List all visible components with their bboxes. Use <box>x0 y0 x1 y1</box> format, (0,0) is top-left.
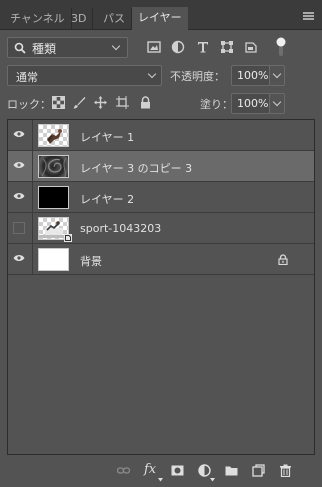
lock-artboard-icon[interactable] <box>116 96 129 109</box>
chevron-down-icon <box>272 69 282 79</box>
panel-menu-icon[interactable] <box>303 12 314 20</box>
fx-icon[interactable]: fx <box>144 462 156 477</box>
lock-transparent-icon[interactable] <box>52 96 65 109</box>
eye-icon[interactable] <box>13 130 25 138</box>
smart-object-badge-icon <box>64 234 72 242</box>
new-layer-icon[interactable] <box>252 464 265 477</box>
layer-name[interactable]: レイヤー 2 <box>80 191 134 207</box>
lock-all-icon[interactable] <box>139 96 152 109</box>
opacity-label: 不透明度： <box>170 70 225 83</box>
smart-object-filter-icon[interactable] <box>244 40 258 54</box>
adjustment-filter-icon[interactable] <box>171 40 185 54</box>
layer-thumbnail <box>38 186 69 209</box>
layer-thumbnail <box>38 124 69 147</box>
fill-dropdown-button[interactable] <box>269 93 285 114</box>
chevron-down-icon <box>111 41 121 51</box>
layer-list: レイヤー 1 レイヤー 3 のコピー 3 レイヤー 2 sport-104320… <box>7 119 315 455</box>
fill-input[interactable]: 100% <box>231 93 270 114</box>
delete-icon[interactable] <box>279 464 292 477</box>
blend-mode-select[interactable]: 通常 <box>7 65 162 86</box>
tab-paths[interactable]: パス <box>97 8 132 30</box>
layer-row-layer-2[interactable]: レイヤー 2 <box>8 182 314 213</box>
lock-label: ロック： <box>7 98 51 111</box>
eye-icon[interactable] <box>13 161 25 169</box>
chevron-down-icon <box>272 97 282 107</box>
layer-thumbnail <box>38 248 69 271</box>
layer-row-sport-1043203[interactable]: sport-1043203 <box>8 213 314 244</box>
fx-menu-caret-icon <box>158 478 163 482</box>
panel-tab-bar: チャンネル 3D パス レイヤー <box>0 0 322 30</box>
fill-label: 塗り： <box>200 98 233 111</box>
layer-row-layer-3-copy-3[interactable]: レイヤー 3 のコピー 3 <box>8 151 314 182</box>
opacity-input[interactable]: 100% <box>231 65 270 86</box>
layer-name[interactable]: レイヤー 1 <box>80 129 134 145</box>
pixel-filter-icon[interactable] <box>147 40 161 54</box>
opacity-dropdown-button[interactable] <box>269 65 285 86</box>
shape-filter-icon[interactable] <box>220 40 234 54</box>
eye-icon[interactable] <box>13 192 25 200</box>
visibility-toggle-empty[interactable] <box>13 222 25 234</box>
layers-panel: チャンネル 3D パス レイヤー 種類 通常 不透明度： 100% ロック： 塗… <box>0 0 322 487</box>
layer-row-layer-1[interactable]: レイヤー 1 <box>8 120 314 151</box>
adjustment-menu-caret-icon <box>210 478 215 482</box>
link-layers-icon[interactable] <box>117 464 130 477</box>
layers-bottom-toolbar: fx <box>0 456 322 487</box>
layer-row-background[interactable]: 背景 <box>8 244 314 275</box>
blend-mode-label: 通常 <box>16 71 38 84</box>
layer-name[interactable]: 背景 <box>80 253 102 269</box>
search-icon <box>14 42 26 54</box>
tab-layers[interactable]: レイヤー <box>132 7 188 30</box>
tab-channels[interactable]: チャンネル <box>4 8 72 30</box>
lock-position-icon[interactable] <box>94 96 107 109</box>
eye-icon[interactable] <box>13 254 25 262</box>
filter-kind-label: 種類 <box>32 42 57 56</box>
adjustment-layer-icon[interactable] <box>198 464 211 477</box>
layer-name[interactable]: レイヤー 3 のコピー 3 <box>80 160 192 176</box>
layer-name[interactable]: sport-1043203 <box>80 222 161 235</box>
add-mask-icon[interactable] <box>171 464 184 477</box>
filter-toggle-icon[interactable] <box>275 37 287 57</box>
lock-image-icon[interactable] <box>73 96 86 109</box>
filter-kind-select[interactable]: 種類 <box>7 37 128 58</box>
chevron-down-icon <box>147 69 157 79</box>
tab-3d[interactable]: 3D <box>65 8 94 30</box>
type-filter-icon[interactable] <box>196 40 210 54</box>
layer-thumbnail <box>38 155 69 178</box>
layer-lock-icon[interactable] <box>278 254 288 265</box>
new-group-icon[interactable] <box>225 464 238 477</box>
